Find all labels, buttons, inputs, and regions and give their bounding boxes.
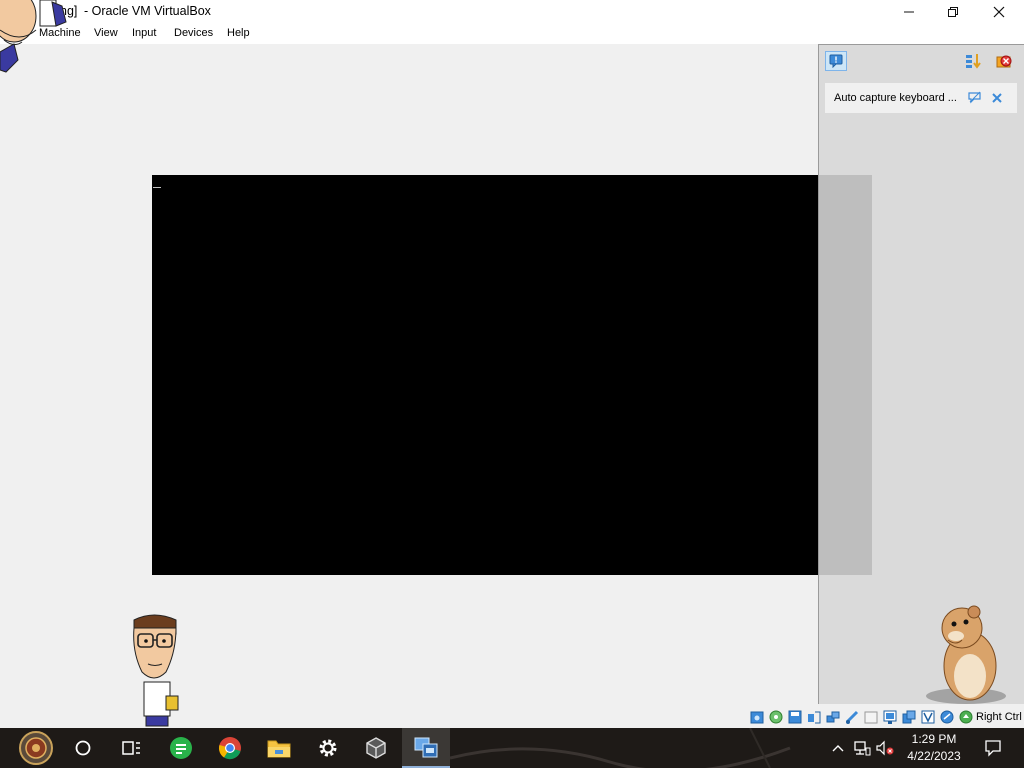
green-notes-icon: [170, 737, 192, 759]
text-cursor: [153, 187, 161, 188]
taskbar-file-explorer[interactable]: [255, 728, 303, 768]
floppy-icon[interactable]: [788, 710, 803, 725]
display-icon[interactable]: [883, 710, 898, 725]
system-clock[interactable]: 1:29 PM 4/22/2023: [898, 731, 970, 765]
minimize-icon: [904, 11, 914, 13]
action-center-button[interactable]: [978, 728, 1008, 768]
optical-drive-icon[interactable]: [769, 710, 784, 725]
start-logo-icon: [19, 731, 53, 765]
restore-icon: [948, 7, 958, 17]
menu-help[interactable]: Help: [227, 27, 250, 39]
vm-display[interactable]: [152, 175, 818, 575]
video-capture-icon[interactable]: [902, 710, 917, 725]
sort-icon[interactable]: [965, 53, 983, 69]
speaker-muted-icon: [876, 740, 894, 756]
taskbar-chrome[interactable]: [206, 728, 254, 768]
chevron-up-icon: [832, 745, 844, 752]
start-button[interactable]: [10, 728, 58, 768]
virtualization-icon[interactable]: [921, 710, 936, 725]
shared-folders-icon[interactable]: [864, 710, 879, 725]
network-icon[interactable]: [826, 710, 841, 725]
close-icon: [993, 6, 1005, 18]
title-bar: ng] - Oracle VM VirtualBox: [0, 0, 1024, 24]
taskbar-vm-window[interactable]: [402, 728, 450, 768]
search-button[interactable]: [59, 728, 107, 768]
task-view-icon: [122, 741, 140, 755]
notification-options-icon[interactable]: [968, 91, 982, 104]
notification-bubble-icon: [985, 740, 1001, 757]
menu-view[interactable]: View: [94, 27, 118, 39]
cartoon-man-icon: [133, 614, 179, 727]
clock-date: 4/22/2023: [907, 749, 961, 763]
taskbar: 1:29 PM 4/22/2023: [0, 728, 1024, 768]
hard-disk-icon[interactable]: [750, 710, 765, 725]
network-wired-icon: [854, 741, 871, 756]
mouse-integration-icon[interactable]: [940, 710, 955, 725]
notification-close-icon[interactable]: [991, 92, 1003, 104]
menu-bar: Machine View Input Devices Help: [0, 24, 1024, 44]
virtualbox-cube-icon: [366, 737, 386, 759]
close-button[interactable]: [976, 0, 1022, 24]
taskbar-wallpaper-decoration: [450, 728, 791, 768]
keyboard-capture-icon[interactable]: [959, 710, 974, 725]
host-key-label: Right Ctrl: [976, 711, 1022, 723]
gear-icon: [319, 739, 337, 757]
chrome-icon: [218, 737, 241, 760]
notification-item[interactable]: Auto capture keyboard ...: [825, 83, 1017, 113]
hamster-character-icon: [926, 605, 1006, 704]
audio-icon[interactable]: [807, 710, 822, 725]
clock-time: 1:29 PM: [911, 732, 957, 746]
folder-icon: [267, 740, 291, 758]
notification-text: Auto capture keyboard ...: [834, 92, 957, 104]
usb-icon[interactable]: [845, 710, 860, 725]
menu-input[interactable]: Input: [132, 27, 156, 39]
restore-button[interactable]: [930, 0, 976, 24]
taskbar-settings[interactable]: [304, 728, 352, 768]
minimize-button[interactable]: [886, 0, 932, 24]
network-tray-button[interactable]: [851, 728, 873, 768]
menu-devices[interactable]: Devices: [174, 27, 213, 39]
volume-tray-button[interactable]: [874, 728, 896, 768]
taskbar-sheets-app[interactable]: [157, 728, 205, 768]
vm-session-icon: [414, 737, 438, 758]
cortana-circle-icon: [75, 740, 91, 756]
window-title: - Oracle VM VirtualBox: [84, 4, 211, 18]
taskbar-virtualbox[interactable]: [352, 728, 400, 768]
cartoon-character-icon: [0, 0, 67, 73]
dismiss-all-icon[interactable]: [995, 53, 1013, 69]
task-view-button[interactable]: [107, 728, 155, 768]
vm-status-bar: Right Ctrl: [748, 708, 1024, 728]
notification-toggle-button[interactable]: [825, 51, 847, 71]
info-bubble-icon: [829, 54, 843, 68]
show-hidden-icons-button[interactable]: [828, 728, 848, 768]
